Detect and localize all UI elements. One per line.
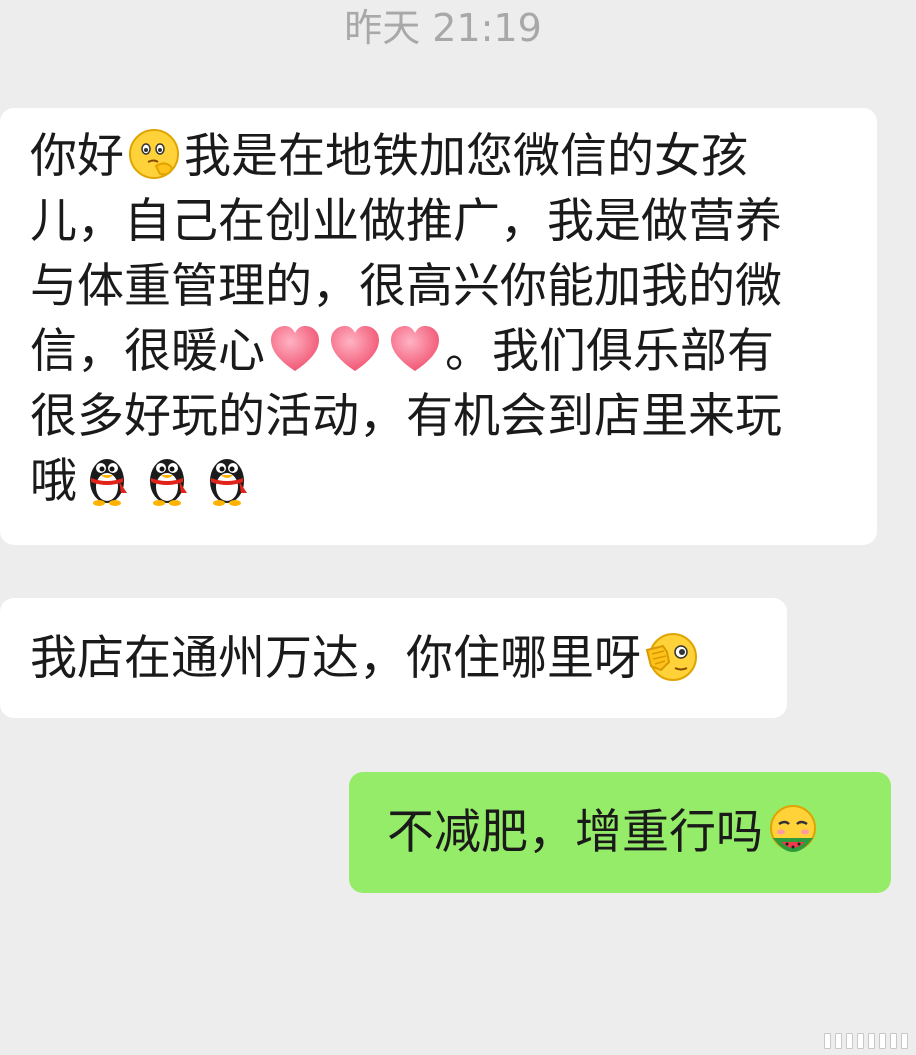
thinking-face-icon <box>126 126 182 182</box>
message-text: 很多好玩的活动，有机会到店里来玩 <box>30 389 782 444</box>
message-text: 信，很暖心 <box>30 324 265 379</box>
message-text: 不减肥，增重行吗 <box>387 805 763 860</box>
message-line: 我店在通州万达，你住哪里呀 <box>30 626 787 691</box>
message-line: 哦 <box>30 449 843 514</box>
message-line: 信，很暖心 。我们俱乐部有 <box>30 319 843 384</box>
message-line: 你好 我是在地铁加您微信的女孩 <box>30 124 843 189</box>
heart-icon <box>327 321 383 377</box>
message-line: 不减肥，增重行吗 <box>387 800 891 865</box>
message-text: 。我们俱乐部有 <box>445 324 774 379</box>
message-line: 与体重管理的，很高兴你能加我的微 <box>30 254 843 319</box>
message-text: 与体重管理的，很高兴你能加我的微 <box>30 259 782 314</box>
message-text: 我店在通州万达，你住哪里呀 <box>30 631 641 686</box>
heart-icon <box>387 321 443 377</box>
penguin-icon <box>199 451 255 507</box>
message-bubble-outgoing[interactable]: 不减肥，增重行吗 <box>349 772 891 893</box>
message-line: 很多好玩的活动，有机会到店里来玩 <box>30 384 843 449</box>
peeking-face-icon <box>643 628 699 684</box>
penguin-icon <box>79 451 135 507</box>
chat-timestamp: 昨天 21:19 <box>344 6 542 50</box>
message-line: 儿，自己在创业做推广，我是做营养 <box>30 189 843 254</box>
watermark-icon <box>824 1033 908 1049</box>
message-text: 你好 <box>30 129 124 184</box>
message-text: 哦 <box>30 454 77 509</box>
heart-icon <box>267 321 323 377</box>
message-text: 我是在地铁加您微信的女孩 <box>184 129 748 184</box>
message-bubble-incoming[interactable]: 你好 我是在地铁加您微信的女孩儿，自己在创业做推广，我是做营养 与体重管理的，很高兴… <box>0 108 877 545</box>
message-bubble-incoming[interactable]: 我店在通州万达，你住哪里呀 <box>0 598 787 718</box>
message-text: 儿，自己在创业做推广，我是做营养 <box>30 194 782 249</box>
eating-watermelon-face-icon <box>765 802 821 858</box>
penguin-icon <box>139 451 195 507</box>
